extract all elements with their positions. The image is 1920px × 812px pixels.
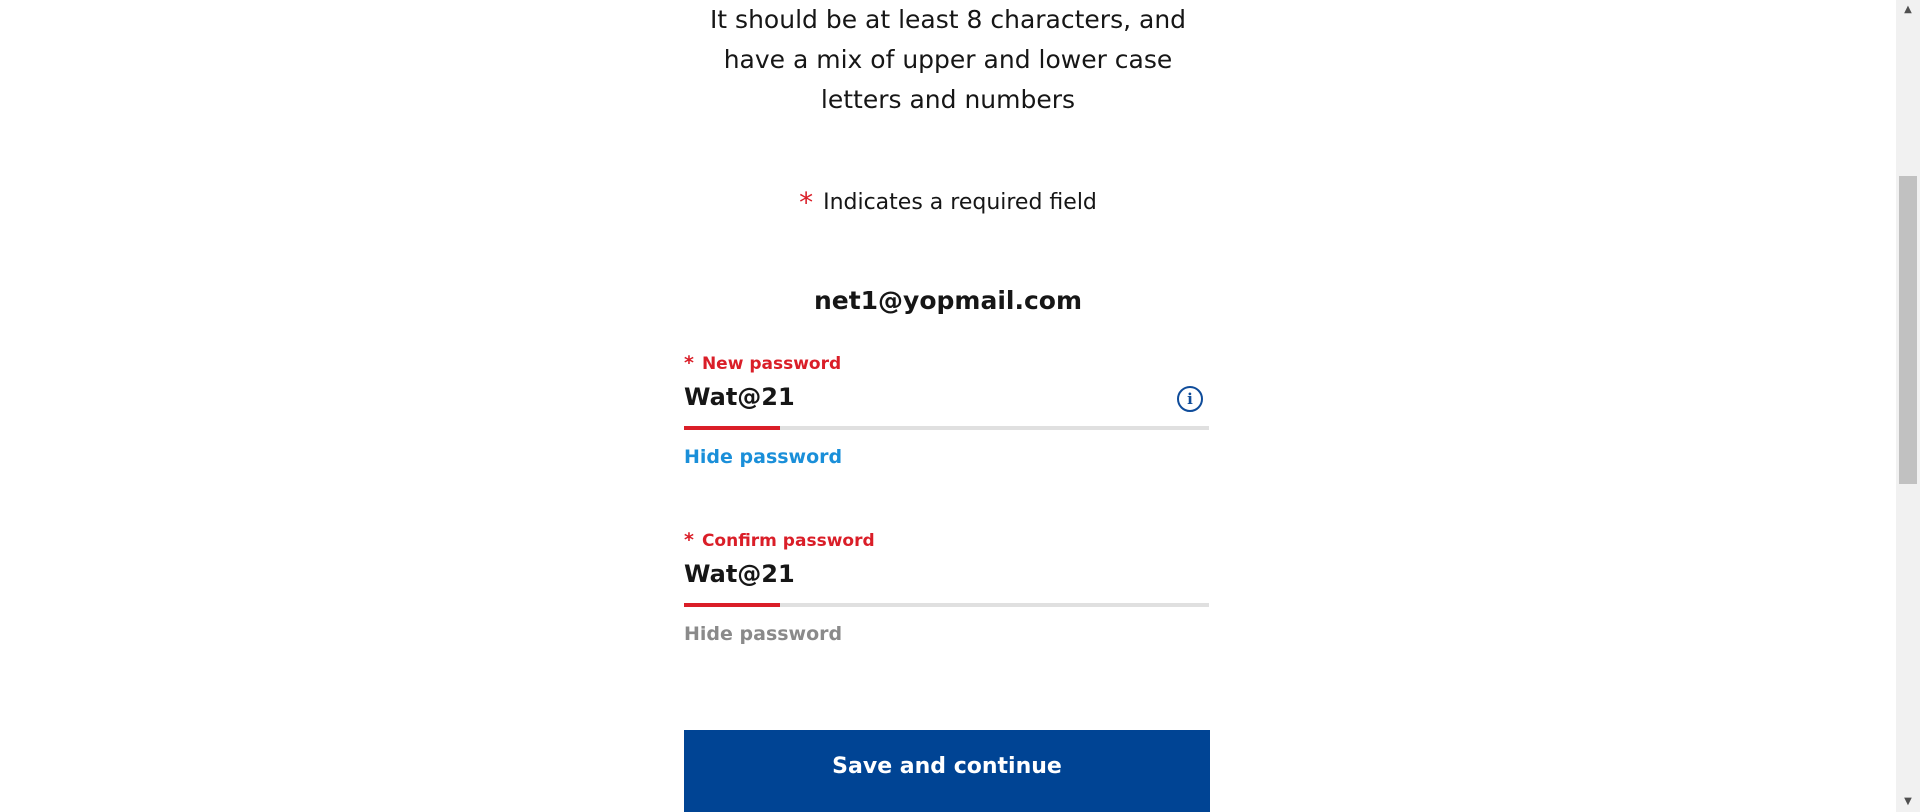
new-password-field: * New password i Hide password — [684, 352, 1209, 468]
password-requirements-text: It should be at least 8 characters, and … — [709, 5, 1187, 114]
save-and-continue-label: Save and continue — [832, 753, 1062, 779]
hide-confirm-password-link[interactable]: Hide password — [684, 623, 1209, 645]
confirm-password-input[interactable] — [684, 560, 1124, 588]
required-asterisk: * — [799, 186, 814, 219]
new-password-label-text: New password — [701, 354, 842, 374]
confirm-password-label: * Confirm password — [684, 529, 1209, 551]
confirm-password-field: * Confirm password Hide password — [684, 529, 1209, 645]
vertical-scrollbar[interactable]: ▲ ▼ — [1896, 0, 1920, 812]
scroll-up-arrow-icon[interactable]: ▲ — [1896, 0, 1920, 20]
required-asterisk: * — [684, 352, 694, 374]
new-password-input[interactable] — [684, 383, 1124, 411]
password-setup-page: It should be at least 8 characters, and … — [0, 0, 1920, 812]
required-field-note: * Indicates a required field — [0, 186, 1896, 219]
password-strength-bar — [684, 426, 780, 430]
password-strength-bar — [684, 603, 780, 607]
new-password-input-wrapper: i — [684, 374, 1209, 430]
account-email: net1@yopmail.com — [813, 286, 1083, 315]
scrollbar-thumb[interactable] — [1899, 176, 1917, 484]
save-and-continue-button[interactable]: Save and continue — [684, 730, 1210, 812]
confirm-password-input-wrapper — [684, 551, 1209, 607]
new-password-label: * New password — [684, 352, 1209, 374]
scroll-down-arrow-icon[interactable]: ▼ — [1896, 792, 1920, 812]
hide-new-password-link[interactable]: Hide password — [684, 446, 1209, 468]
info-icon[interactable]: i — [1177, 386, 1203, 412]
confirm-password-label-text: Confirm password — [701, 531, 875, 551]
required-asterisk: * — [684, 529, 694, 551]
required-field-note-text: Indicates a required field — [823, 190, 1097, 215]
